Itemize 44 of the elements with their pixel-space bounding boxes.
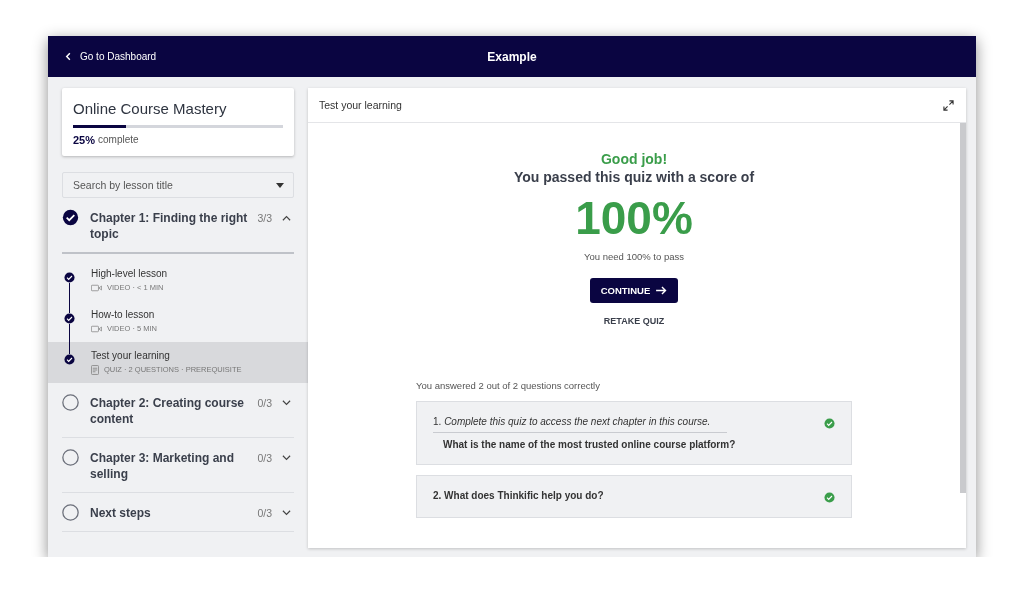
document-icon [91,365,99,375]
chapter-header[interactable]: Chapter 1: Finding the right topic 3/3 [62,198,294,254]
back-link[interactable]: Go to Dashboard [64,51,264,62]
chapter-count: 0/3 [257,506,272,521]
video-camera-icon [91,325,102,333]
chapter-header[interactable]: Chapter 3: Marketing and selling 0/3 [62,438,294,493]
question-intro: 1. Complete this quiz to access the next chapter in this course. [433,416,727,433]
expand-icon [943,99,954,111]
chapter-title: Chapter 1: Finding the right topic [90,210,249,242]
chevron-up-icon [282,215,291,221]
progress-percent: 25% [73,134,96,146]
lesson-title: High-level lesson [91,267,168,281]
chapter-count: 0/3 [257,451,272,466]
score: 100% [575,191,693,246]
lesson-title: How-to lesson [91,308,156,322]
answer-summary: You answered 2 out of 2 questions correctly [416,380,601,391]
pass-requirement: You need 100% to pass [584,251,684,262]
search-field[interactable]: Search by lesson title [62,172,294,198]
continue-button[interactable]: CONTINUE [589,278,679,303]
chevron-down-icon [282,455,291,461]
chapter-header[interactable]: Chapter 2: Creating course content 0/3 [62,383,294,438]
chevron-down-icon [282,510,291,516]
course-title: Online Course Mastery [73,100,228,117]
video-camera-icon [91,284,102,292]
result-subheading: You passed this quiz with a score of [513,169,755,185]
chapter-count: 0/3 [257,396,272,411]
chapter-count: 3/3 [257,211,272,226]
chapter-title: Next steps [90,505,152,521]
chapter-header[interactable]: Next steps 0/3 [62,493,294,532]
chapter-title: Chapter 2: Creating course content [90,395,246,427]
question-text: 2. What does Thinkific help you do? [433,490,605,501]
page-title: Example [486,49,538,64]
progress-label: complete [98,134,139,146]
retake-quiz-link[interactable]: RETAKE QUIZ [603,316,665,326]
arrow-right-icon [656,286,668,295]
chevron-down-icon [282,400,291,406]
dropdown-caret-icon [276,183,284,188]
chevron-left-icon [64,52,73,61]
lesson-title: Test your learning [91,349,171,363]
lesson-heading: Test your learning [319,99,402,111]
question-text: What is the name of the most trusted online course platform? [443,439,737,450]
scrollbar[interactable] [960,123,966,493]
result-heading: Good job! [600,151,668,167]
chapter-title: Chapter 3: Marketing and selling [90,450,236,482]
